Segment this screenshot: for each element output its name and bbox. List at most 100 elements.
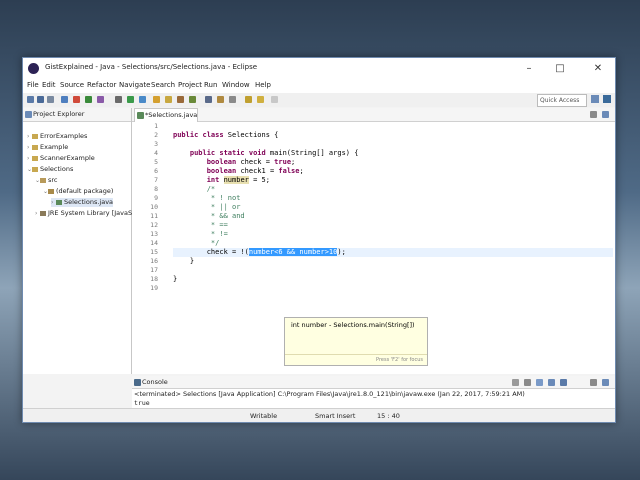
minimize-editor-icon[interactable] — [590, 111, 597, 118]
tree-item-jre-library[interactable]: › JRE System Library [JavaS — [35, 209, 132, 218]
line-number: 2 — [154, 131, 158, 139]
minimize-console-icon[interactable] — [590, 379, 597, 386]
menu-search[interactable]: Search — [151, 81, 175, 89]
back-icon[interactable] — [257, 96, 264, 103]
run-as-icon[interactable] — [127, 96, 134, 103]
maximize-console-icon[interactable] — [602, 379, 609, 386]
menu-window[interactable]: Window — [222, 81, 250, 89]
annotation-icon[interactable] — [217, 96, 224, 103]
code-line: check = !(number<6 && number>10); — [173, 248, 346, 256]
code-line: int number = 5; — [206, 176, 270, 184]
menu-refactor[interactable]: Refactor — [87, 81, 116, 89]
status-writable: Writable — [250, 412, 278, 420]
save-all-icon[interactable] — [47, 96, 54, 103]
code-line: public class Selections { — [173, 131, 279, 139]
line-number: 6 — [154, 167, 158, 175]
stop-icon[interactable] — [73, 96, 80, 103]
new-class-icon[interactable] — [165, 96, 172, 103]
maximize-button[interactable]: □ — [548, 61, 572, 77]
line-number: 11 — [150, 212, 158, 220]
tree-item-selections[interactable]: ⌄ Selections — [27, 165, 73, 174]
maximize-editor-icon[interactable] — [602, 111, 609, 118]
code-line: * != — [173, 230, 228, 238]
scroll-lock-icon[interactable] — [548, 379, 555, 386]
prev-edit-icon[interactable] — [245, 96, 252, 103]
project-icon — [32, 144, 38, 150]
line-number: 15 — [150, 248, 158, 256]
menu-navigate[interactable]: Navigate — [119, 81, 150, 89]
coverage-icon[interactable] — [139, 96, 146, 103]
project-icon — [32, 166, 38, 172]
package-icon — [48, 188, 54, 194]
new-package-icon[interactable] — [153, 96, 160, 103]
minimize-button[interactable]: – — [517, 61, 541, 77]
menu-run[interactable]: Run — [204, 81, 217, 89]
java-file-icon — [137, 112, 144, 119]
project-explorer-tab[interactable]: Project Explorer — [23, 108, 131, 122]
pin-console-icon[interactable] — [560, 379, 567, 386]
source-folder-icon — [40, 177, 46, 183]
tree-item-selections-java[interactable]: › Selections.java — [51, 198, 114, 207]
tab-selections-java[interactable]: *Selections.java — [134, 108, 198, 122]
project-icon — [32, 155, 38, 161]
menu-help[interactable]: Help — [255, 81, 271, 89]
project-explorer: Project Explorer › ErrorExamples › Example… — [23, 108, 132, 374]
tree-item-example[interactable]: › Example — [27, 143, 68, 152]
external-tools-icon[interactable] — [97, 96, 104, 103]
code-line: * && and — [173, 212, 245, 220]
clear-console-icon[interactable] — [536, 379, 543, 386]
code-line: * ! not — [173, 194, 241, 202]
hover-tooltip[interactable]: int number - Selections.main(String[]) P… — [284, 317, 428, 366]
status-bar: Writable Smart Insert 15 : 40 — [23, 408, 615, 422]
new-icon[interactable] — [27, 96, 34, 103]
status-cursor-position: 15 : 40 — [377, 412, 400, 420]
quick-access-field[interactable]: Quick Access — [537, 94, 587, 107]
menu-file[interactable]: File — [27, 81, 39, 89]
tree-item-default-package[interactable]: ⌄ (default package) — [43, 187, 113, 196]
line-number: 9 — [154, 194, 158, 202]
save-icon[interactable] — [37, 96, 44, 103]
code-line: */ — [173, 239, 220, 247]
editor-tab-bar: *Selections.java — [132, 108, 615, 122]
line-number: 13 — [150, 230, 158, 238]
code-line: boolean check = true; — [206, 158, 296, 166]
code-editor: *Selections.java 1 2 3 4 5 6 7 8 9 10 11 12 13 14 15 16… — [132, 108, 615, 374]
tree-item-src[interactable]: ⌄ src — [35, 176, 58, 185]
toggle-mark-icon[interactable] — [229, 96, 236, 103]
forward-icon[interactable] — [271, 96, 278, 103]
settings-icon[interactable] — [115, 96, 122, 103]
line-number: 19 — [150, 284, 158, 292]
line-number-gutter: 1 2 3 4 5 6 7 8 9 10 11 12 13 14 15 16 17 18 19 — [132, 122, 162, 374]
line-number: 4 — [154, 149, 158, 157]
console-view: Console <terminated> Selections [Java Ap… — [132, 376, 615, 408]
pin-icon[interactable] — [205, 96, 212, 103]
perspective-icon[interactable] — [591, 95, 599, 103]
line-number: 3 — [154, 140, 158, 148]
open-type-icon[interactable] — [177, 96, 184, 103]
code-line: /* — [173, 185, 216, 193]
tree-item-scannerexample[interactable]: › ScannerExample — [27, 154, 95, 163]
menu-bar: File Edit Source Refactor Navigate Searc… — [23, 80, 615, 93]
code-line: * || or — [173, 203, 241, 211]
menu-edit[interactable]: Edit — [42, 81, 56, 89]
terminate-icon[interactable] — [512, 379, 519, 386]
search-icon[interactable] — [189, 96, 196, 103]
main-toolbar: Quick Access — [23, 93, 615, 107]
run-icon[interactable] — [85, 96, 92, 103]
code-line: } — [173, 257, 195, 265]
debug-icon[interactable] — [61, 96, 68, 103]
java-perspective-icon[interactable] — [603, 95, 611, 103]
line-number: 18 — [150, 275, 158, 283]
close-button[interactable]: ✕ — [586, 61, 610, 77]
line-number: 8 — [154, 185, 158, 193]
remove-launch-icon[interactable] — [524, 379, 531, 386]
hover-focus-hint: Press 'F2' for focus — [376, 357, 423, 363]
line-number: 12 — [150, 221, 158, 229]
line-number: 10 — [150, 203, 158, 211]
tree-item-errorexamples[interactable]: › ErrorExamples — [27, 132, 87, 141]
console-status: <terminated> Selections [Java Applicatio… — [134, 390, 525, 398]
menu-project[interactable]: Project — [178, 81, 202, 89]
menu-source[interactable]: Source — [60, 81, 84, 89]
console-tab[interactable]: Console — [132, 376, 615, 389]
line-number: 7 — [154, 176, 158, 184]
